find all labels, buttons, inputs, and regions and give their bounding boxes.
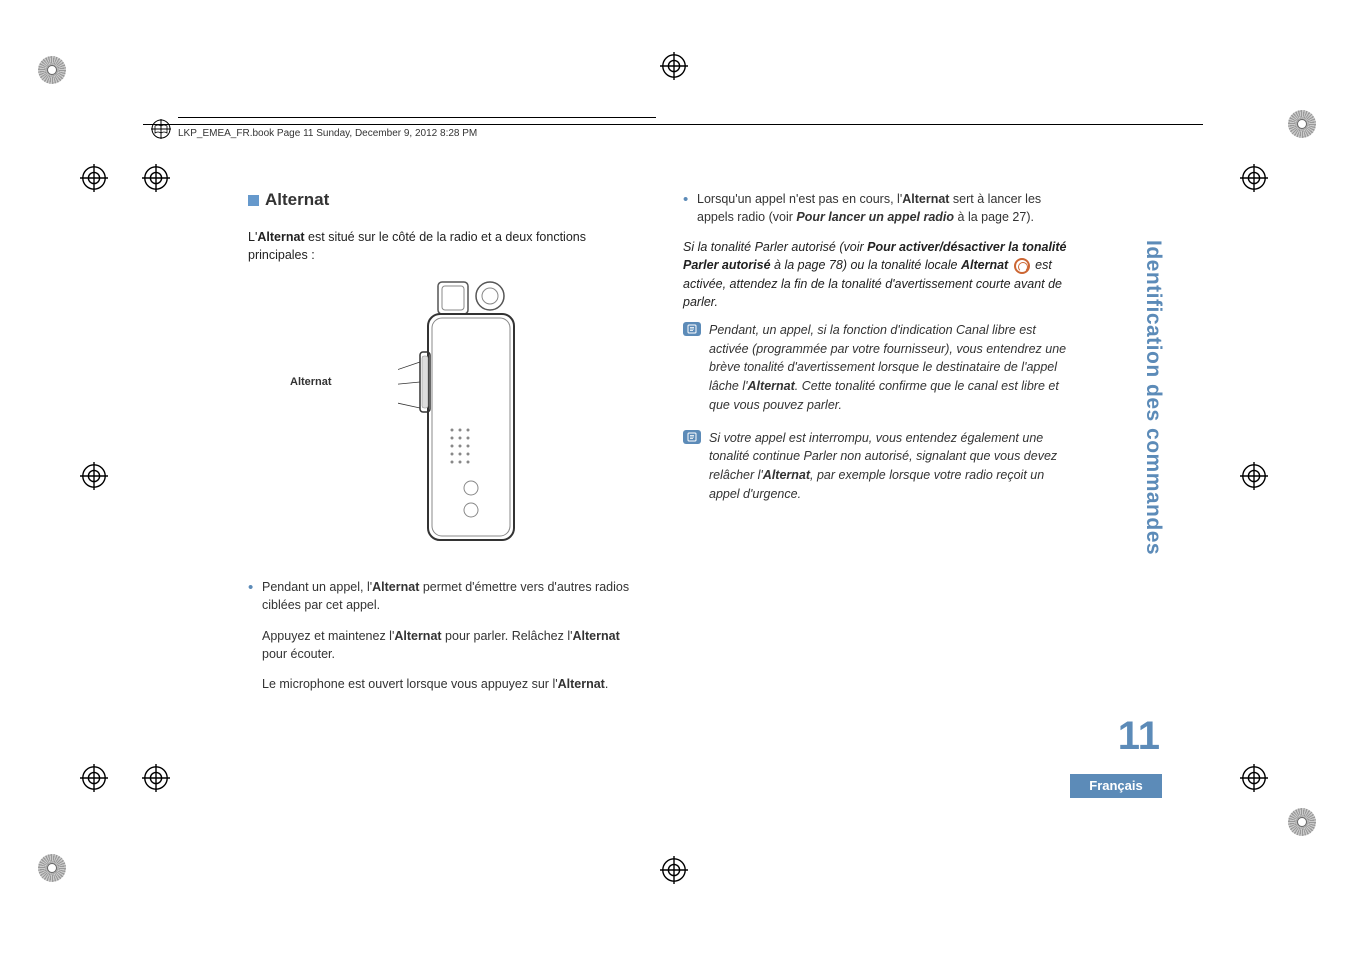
bullet-item: Pendant un appel, l'Alternat permet d'ém… bbox=[248, 578, 643, 614]
broadcast-icon bbox=[1014, 258, 1030, 274]
section-title-text: Alternat bbox=[265, 190, 329, 209]
registration-mark bbox=[660, 52, 688, 80]
section-marker-icon bbox=[248, 195, 259, 206]
sidebar-chapter-title: Identification des commandes bbox=[1141, 240, 1165, 555]
header-text: LKP_EMEA_FR.book Page 11 Sunday, Decembe… bbox=[178, 128, 477, 139]
radio-illustration bbox=[398, 280, 528, 550]
header-separator bbox=[178, 117, 656, 118]
page-number: 11 bbox=[1118, 714, 1160, 759]
print-corner-mark bbox=[38, 854, 66, 882]
registration-mark bbox=[80, 764, 108, 792]
registration-mark bbox=[142, 164, 170, 192]
note-paragraph: Pendant, un appel, si la fonction d'indi… bbox=[683, 321, 1078, 415]
registration-mark bbox=[80, 462, 108, 490]
note-paragraph: Si votre appel est interrompu, vous ente… bbox=[683, 429, 1078, 504]
print-corner-mark bbox=[1288, 808, 1316, 836]
radio-figure: Alternat bbox=[248, 280, 643, 560]
registration-mark bbox=[1240, 462, 1268, 490]
print-corner-mark bbox=[1288, 110, 1316, 138]
indented-paragraph: Appuyez et maintenez l'Alternat pour par… bbox=[248, 627, 643, 663]
print-corner-mark bbox=[38, 56, 66, 84]
header-separator bbox=[143, 124, 1203, 125]
italic-paragraph: Si la tonalité Parler autorisé (voir Pou… bbox=[683, 238, 1078, 311]
registration-mark bbox=[1240, 764, 1268, 792]
indented-paragraph: Le microphone est ouvert lorsque vous ap… bbox=[248, 675, 643, 693]
language-badge: Français bbox=[1070, 774, 1162, 798]
figure-label: Alternat bbox=[290, 376, 332, 388]
note-icon bbox=[683, 430, 701, 444]
registration-mark bbox=[142, 764, 170, 792]
registration-mark bbox=[660, 856, 688, 884]
page-content: Alternat L'Alternat est situé sur le côt… bbox=[248, 190, 1078, 705]
registration-mark bbox=[1240, 164, 1268, 192]
note-icon bbox=[683, 322, 701, 336]
bullet-item: Lorsqu'un appel n'est pas en cours, l'Al… bbox=[683, 190, 1078, 226]
left-column: Alternat L'Alternat est situé sur le côt… bbox=[248, 190, 643, 705]
registration-mark bbox=[80, 164, 108, 192]
section-title: Alternat bbox=[248, 190, 643, 210]
intro-paragraph: L'Alternat est situé sur le côté de la r… bbox=[248, 228, 643, 264]
right-column: Lorsqu'un appel n'est pas en cours, l'Al… bbox=[683, 190, 1078, 705]
book-icon bbox=[150, 118, 172, 140]
